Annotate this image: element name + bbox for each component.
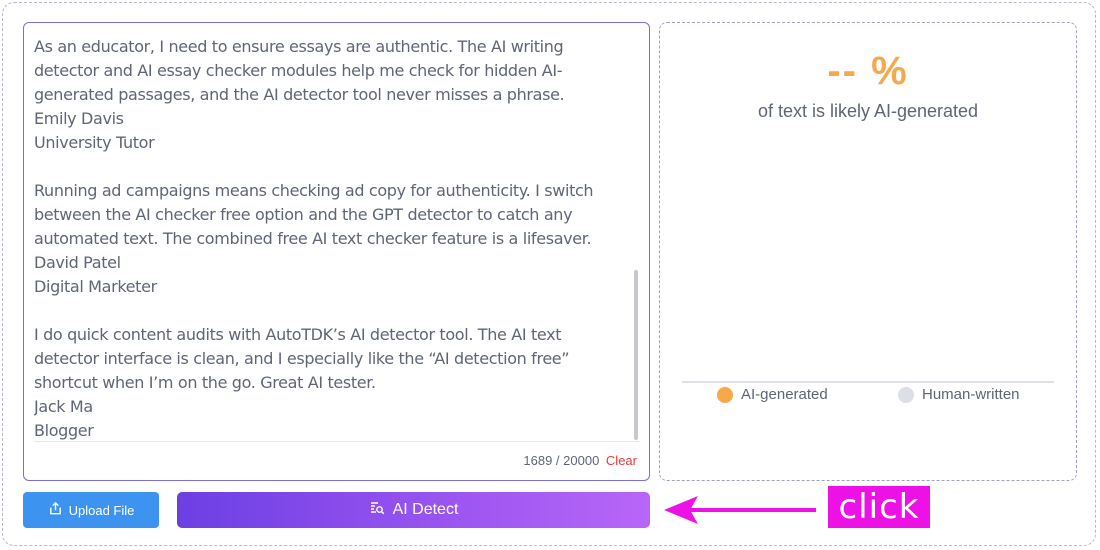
upload-icon	[48, 501, 63, 519]
char-counter: 1689 / 20000 Clear	[523, 453, 637, 468]
editor-divider	[34, 441, 639, 442]
arrow-left-icon	[664, 496, 816, 524]
clear-button[interactable]: Clear	[606, 453, 637, 468]
upload-file-label: Upload File	[68, 502, 135, 518]
ai-legend-dot	[717, 386, 733, 403]
ai-detect-button[interactable]: AI Detect	[177, 492, 650, 528]
text-input-panel[interactable]: As an educator, I need to ensure essays …	[23, 22, 650, 481]
result-panel: -- % of text is likely AI-generated AI-g…	[659, 22, 1077, 481]
ai-detect-label: AI Detect	[392, 501, 459, 518]
human-legend-dot	[898, 386, 914, 403]
legend-human-label: Human-written	[922, 386, 1020, 403]
legend-divider	[682, 381, 1054, 383]
legend-human-written: Human-written	[898, 386, 1020, 403]
editor-scrollbar[interactable]	[634, 270, 638, 440]
text-input[interactable]: As an educator, I need to ensure essays …	[34, 35, 624, 440]
legend-ai-generated: AI-generated	[717, 386, 828, 403]
ai-percentage: -- %	[827, 49, 909, 93]
click-annotation: click	[828, 486, 930, 528]
upload-file-button[interactable]: Upload File	[23, 492, 159, 528]
percentage-caption: of text is likely AI-generated	[757, 101, 979, 121]
legend-ai-label: AI-generated	[741, 386, 828, 403]
char-count-value: 1689 / 20000	[523, 453, 600, 468]
scan-document-icon	[369, 500, 385, 521]
